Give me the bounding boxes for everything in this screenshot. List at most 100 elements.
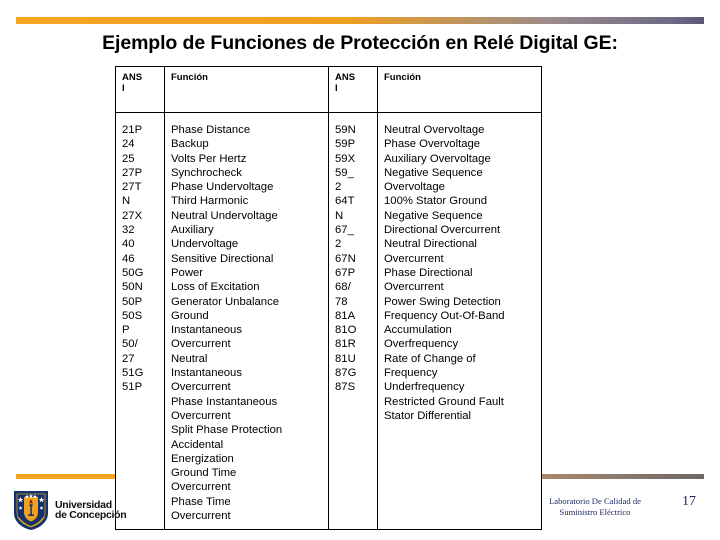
cell-left-functions: Phase Distance Backup Volts Per Hertz Synch…: [164, 111, 329, 531]
table-line: 81A: [335, 309, 356, 322]
table-line: Phase Overvoltage: [384, 138, 481, 151]
table-line: 50G: [122, 266, 144, 279]
table-line: Power Swing Detection: [384, 295, 501, 308]
table-line: N: [335, 209, 344, 222]
ansi-functions-table: ANS I Función ANS I Función 21P 24 25 27P 27…: [115, 66, 542, 531]
table-line: Energization: [171, 452, 234, 465]
table-line: Overcurrent: [171, 338, 231, 351]
table-line: 59_: [335, 166, 354, 179]
table-line: 2: [335, 238, 342, 251]
slide-canvas: Ejemplo de Funciones de Protección en Re…: [0, 0, 720, 540]
table-line: 81U: [335, 352, 356, 365]
table-line: Power: [171, 266, 204, 279]
table-line: 2: [335, 181, 342, 194]
table-line: 87S: [335, 381, 356, 394]
table-line: Generator Unbalance: [171, 295, 280, 308]
table-line: P: [122, 324, 130, 337]
table-line: 67_: [335, 224, 354, 237]
table-line: 24: [122, 138, 135, 151]
table-line: Neutral Directional: [384, 238, 477, 251]
table-line: Accumulation: [384, 324, 452, 337]
table-line: 50/: [122, 338, 138, 351]
table-line: 32: [122, 224, 135, 237]
table-line: 50P: [122, 295, 143, 308]
university-wordmark: Universidad de Concepción: [55, 499, 127, 521]
table-line: Phase Directional: [384, 266, 473, 279]
table-line: 50S: [122, 309, 143, 322]
table-line: 50N: [122, 281, 143, 294]
header-funcion-left: Función: [164, 66, 329, 113]
table-line: N: [122, 195, 131, 208]
table-line: 78: [335, 295, 348, 308]
table-line: 51G: [122, 367, 144, 380]
lab-credit-line2: Suministro Eléctrico: [559, 507, 631, 517]
table-line: 67P: [335, 266, 356, 279]
table-line: Frequency: [384, 367, 438, 380]
header-ansi-left: ANS I: [115, 66, 165, 113]
table-line: 81O: [335, 324, 357, 337]
table-line: 27T: [122, 181, 142, 194]
table-line: Overcurrent: [171, 481, 231, 494]
table-line: 46: [122, 252, 135, 265]
table-line: 64T: [335, 195, 355, 208]
header-ansi-right: ANS I: [328, 66, 378, 113]
cell-left-codes: 21P 24 25 27P 27T N 27X 32 40 46 50G 50N 50P 50S P 50/2…: [115, 111, 165, 531]
table-line: 67N: [335, 252, 356, 265]
header-funcion-right: Función: [377, 66, 542, 113]
table-line: Backup: [171, 138, 209, 151]
table-line: 87G: [335, 367, 357, 380]
table-line: Overcurrent: [171, 510, 231, 523]
table-line: Neutral Undervoltage: [171, 209, 278, 222]
table-line: Rate of Change of: [384, 352, 476, 365]
table-line: Instantaneous: [171, 367, 242, 380]
table-line: Overcurrent: [171, 381, 231, 394]
header-ansi-left-line2: I: [122, 83, 125, 94]
table-line: 51P: [122, 381, 143, 394]
table-line: Loss of Excitation: [171, 281, 260, 294]
table-line: Ground: [171, 309, 209, 322]
table-line: Restricted Ground Fault: [384, 395, 504, 408]
table-line: 27X: [122, 209, 143, 222]
table-line: Underfrequency: [384, 381, 465, 394]
header-ansi-left-line1: ANS: [122, 72, 143, 83]
table-line: Accidental: [171, 438, 224, 451]
table-line: 40: [122, 238, 135, 251]
table-line: Overvoltage: [384, 181, 445, 194]
table-line: 27P: [122, 166, 143, 179]
header-ansi-right-line1: ANS: [335, 72, 356, 83]
table-line: Phase Time: [171, 495, 231, 508]
table-line: Negative Sequence: [384, 166, 483, 179]
table-line: Overcurrent: [384, 252, 444, 265]
university-logo: Universidad de Concepción: [12, 488, 132, 532]
table-line: Instantaneous: [171, 324, 242, 337]
table-line: Synchrocheck: [171, 166, 242, 179]
cell-right-codes: 59N 59P 59X 59_ 2 64T N 67_ 2 67N 67P 68/78 81A 81O 81…: [328, 111, 378, 531]
table-line: Phase Undervoltage: [171, 181, 274, 194]
table-line: 21P: [122, 124, 143, 136]
table-line: Ground Time: [171, 467, 237, 480]
table-line: Auxiliary Overvoltage: [384, 152, 491, 165]
page-number: 17: [682, 494, 696, 509]
cell-right-functions: Neutral Overvoltage Phase Overvoltage Auxi…: [377, 111, 542, 531]
table-body-row: 21P 24 25 27P 27T N 27X 32 40 46 50G 50N 50P 50S P 50/2…: [115, 111, 542, 531]
table-line: Negative Sequence: [384, 209, 483, 222]
table-line: Overcurrent: [384, 281, 444, 294]
table-line: 81R: [335, 338, 356, 351]
table-line: Overfrequency: [384, 338, 459, 351]
table-line: 27: [122, 352, 135, 365]
lab-credit: Laboratorio De Calidad de Suministro Elé…: [520, 496, 670, 518]
lab-credit-line1: Laboratorio De Calidad de: [549, 496, 641, 506]
table-line: Neutral: [171, 352, 208, 365]
table-line: Frequency Out-Of-Band: [384, 309, 505, 322]
page-title: Ejemplo de Funciones de Protección en Re…: [102, 32, 618, 54]
table-line: Neutral Overvoltage: [384, 124, 485, 136]
table-line: 59P: [335, 138, 356, 151]
table-line: Undervoltage: [171, 238, 239, 251]
table-line: Stator Differential: [384, 409, 472, 422]
table-line: 59X: [335, 152, 356, 165]
table-line: Overcurrent: [171, 409, 231, 422]
table-line: 25: [122, 152, 135, 165]
table-line: Directional Overcurrent: [384, 224, 501, 237]
wordmark-line2: de Concepción: [55, 509, 127, 521]
header-ansi-right-line2: I: [335, 83, 338, 94]
